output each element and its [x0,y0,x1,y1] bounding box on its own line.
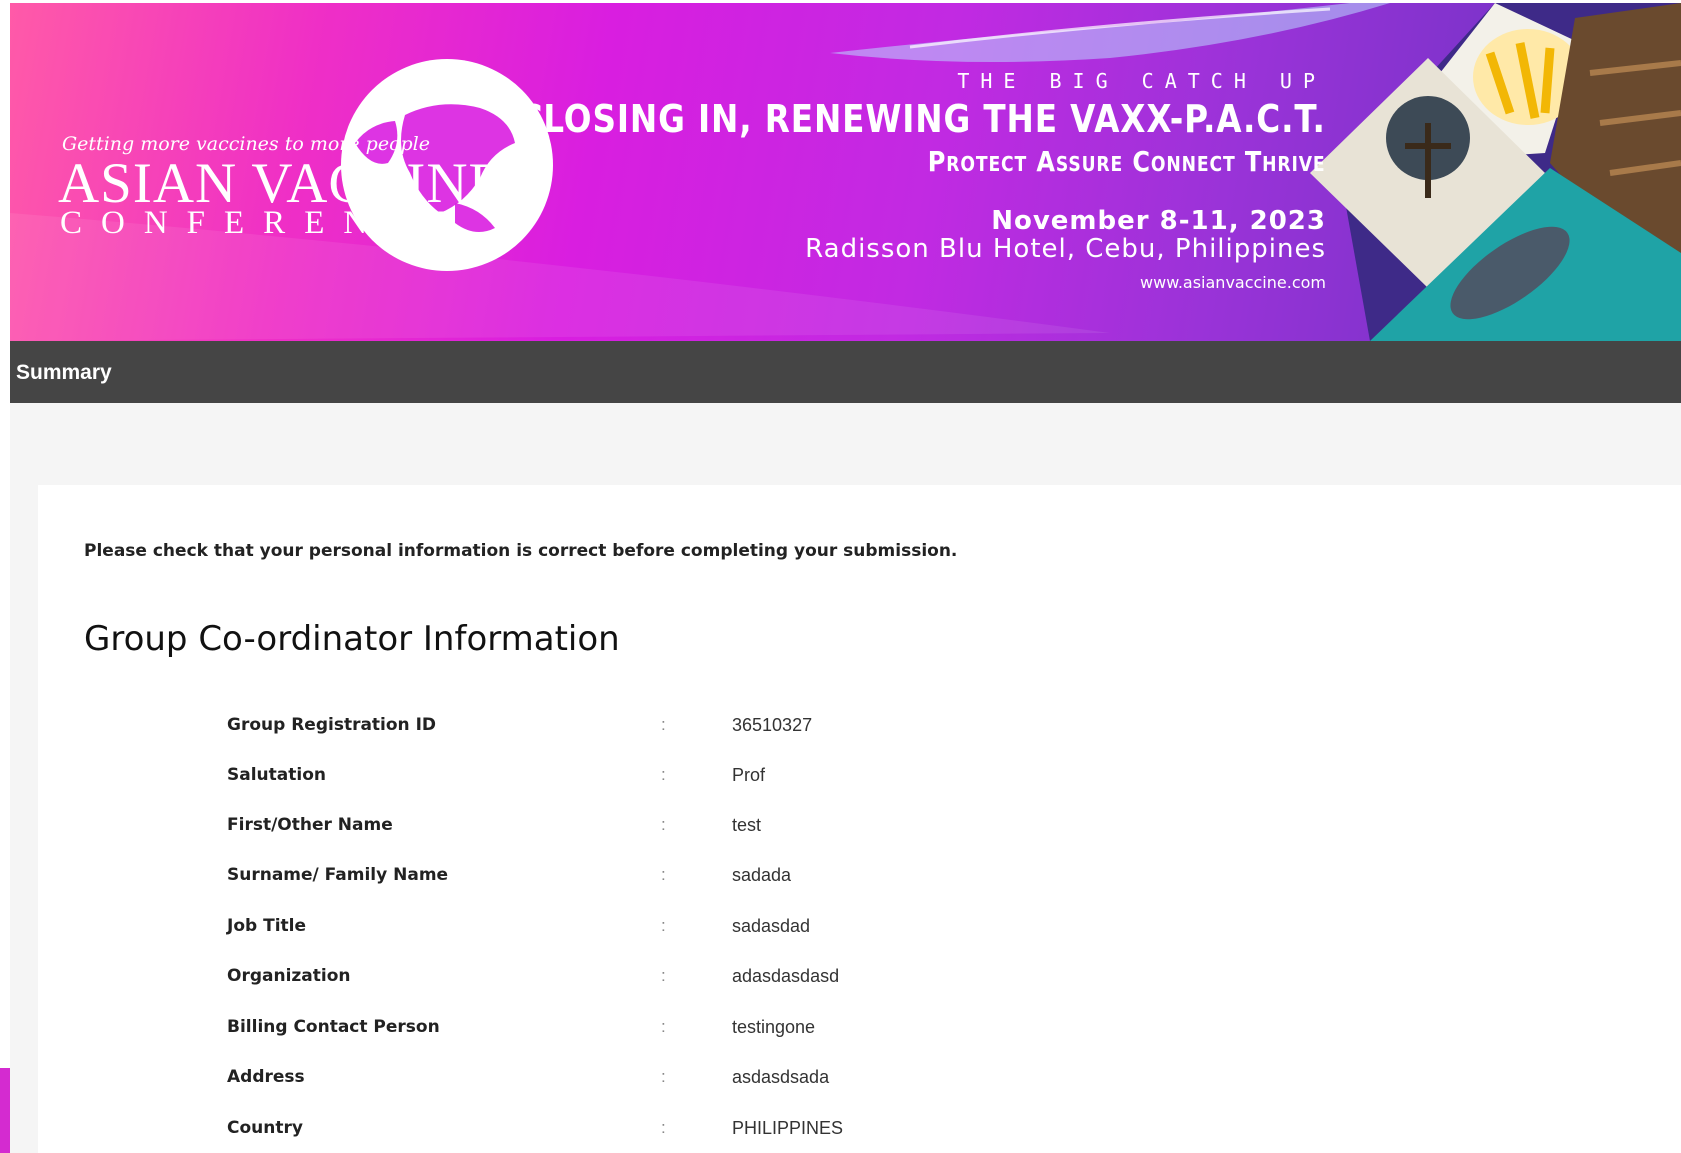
info-row-country: Country : PHILIPPINES [38,1118,1238,1148]
info-label: Surname/ Family Name [227,865,449,885]
info-label: Country [227,1118,303,1138]
info-value: 36510327 [732,715,813,735]
info-separator: : [661,765,666,784]
info-row-job-title: Job Title : sadasdad [38,916,1238,946]
confirmation-notice: Please check that your personal informat… [84,541,958,561]
info-separator: : [661,715,666,734]
info-separator: : [661,1017,666,1036]
banner-tagline: Protect Assure Connect Thrive [928,145,1326,178]
banner-eyebrow: THE BIG CATCH UP [957,69,1326,93]
info-row-salutation: Salutation : Prof [38,765,1238,795]
info-row-first-name: First/Other Name : test [38,815,1238,845]
info-separator: : [661,1067,666,1086]
info-separator: : [661,966,666,985]
info-separator: : [661,916,666,935]
banner-date: November 8-11, 2023 [991,206,1326,236]
info-separator: : [661,865,666,884]
info-row-group-registration-id: Group Registration ID : 36510327 [38,715,1238,745]
summary-card: Please check that your personal informat… [38,485,1681,1153]
info-label: Salutation [227,765,326,785]
info-label: Billing Contact Person [227,1017,440,1037]
info-separator: : [661,815,666,834]
section-title: Group Co-ordinator Information [84,619,620,659]
info-value: adasdasdasd [732,966,840,986]
info-row-surname: Surname/ Family Name : sadada [38,865,1238,895]
left-edge [0,0,10,1153]
info-row-billing-contact: Billing Contact Person : testingone [38,1017,1238,1047]
info-label: Group Registration ID [227,715,437,735]
info-value: PHILIPPINES [732,1118,844,1138]
summary-title: Summary [16,361,112,384]
banner-venue: Radisson Blu Hotel, Cebu, Philippines [805,234,1326,264]
logo-title: ASIAN VACCINE [58,152,505,215]
info-value: sadasdad [732,916,811,936]
conference-banner: Getting more vaccines to more people ASI… [10,3,1681,341]
logo-subtitle: CONFERENCE [60,205,467,241]
page: Getting more vaccines to more people ASI… [0,0,1681,1153]
info-value: sadada [732,865,792,885]
info-label: First/Other Name [227,815,393,835]
info-separator: : [661,1118,666,1137]
info-label: Job Title [227,916,306,936]
info-row-organization: Organization : adasdasdasd [38,966,1238,996]
info-value: asdasdsada [732,1067,830,1087]
info-row-address: Address : asdasdsada [38,1067,1238,1097]
info-value: Prof [732,765,766,785]
summary-header-bar: Summary [10,341,1681,403]
info-label: Organization [227,966,351,986]
left-accent-strip [0,1068,10,1153]
banner-headline: CLOSING IN, RENEWING THE VAXX-P.A.C.T. [518,97,1326,141]
info-value: test [732,815,762,835]
info-value: testingone [732,1017,816,1037]
info-label: Address [227,1067,305,1087]
banner-url[interactable]: www.asianvaccine.com [1140,273,1326,292]
